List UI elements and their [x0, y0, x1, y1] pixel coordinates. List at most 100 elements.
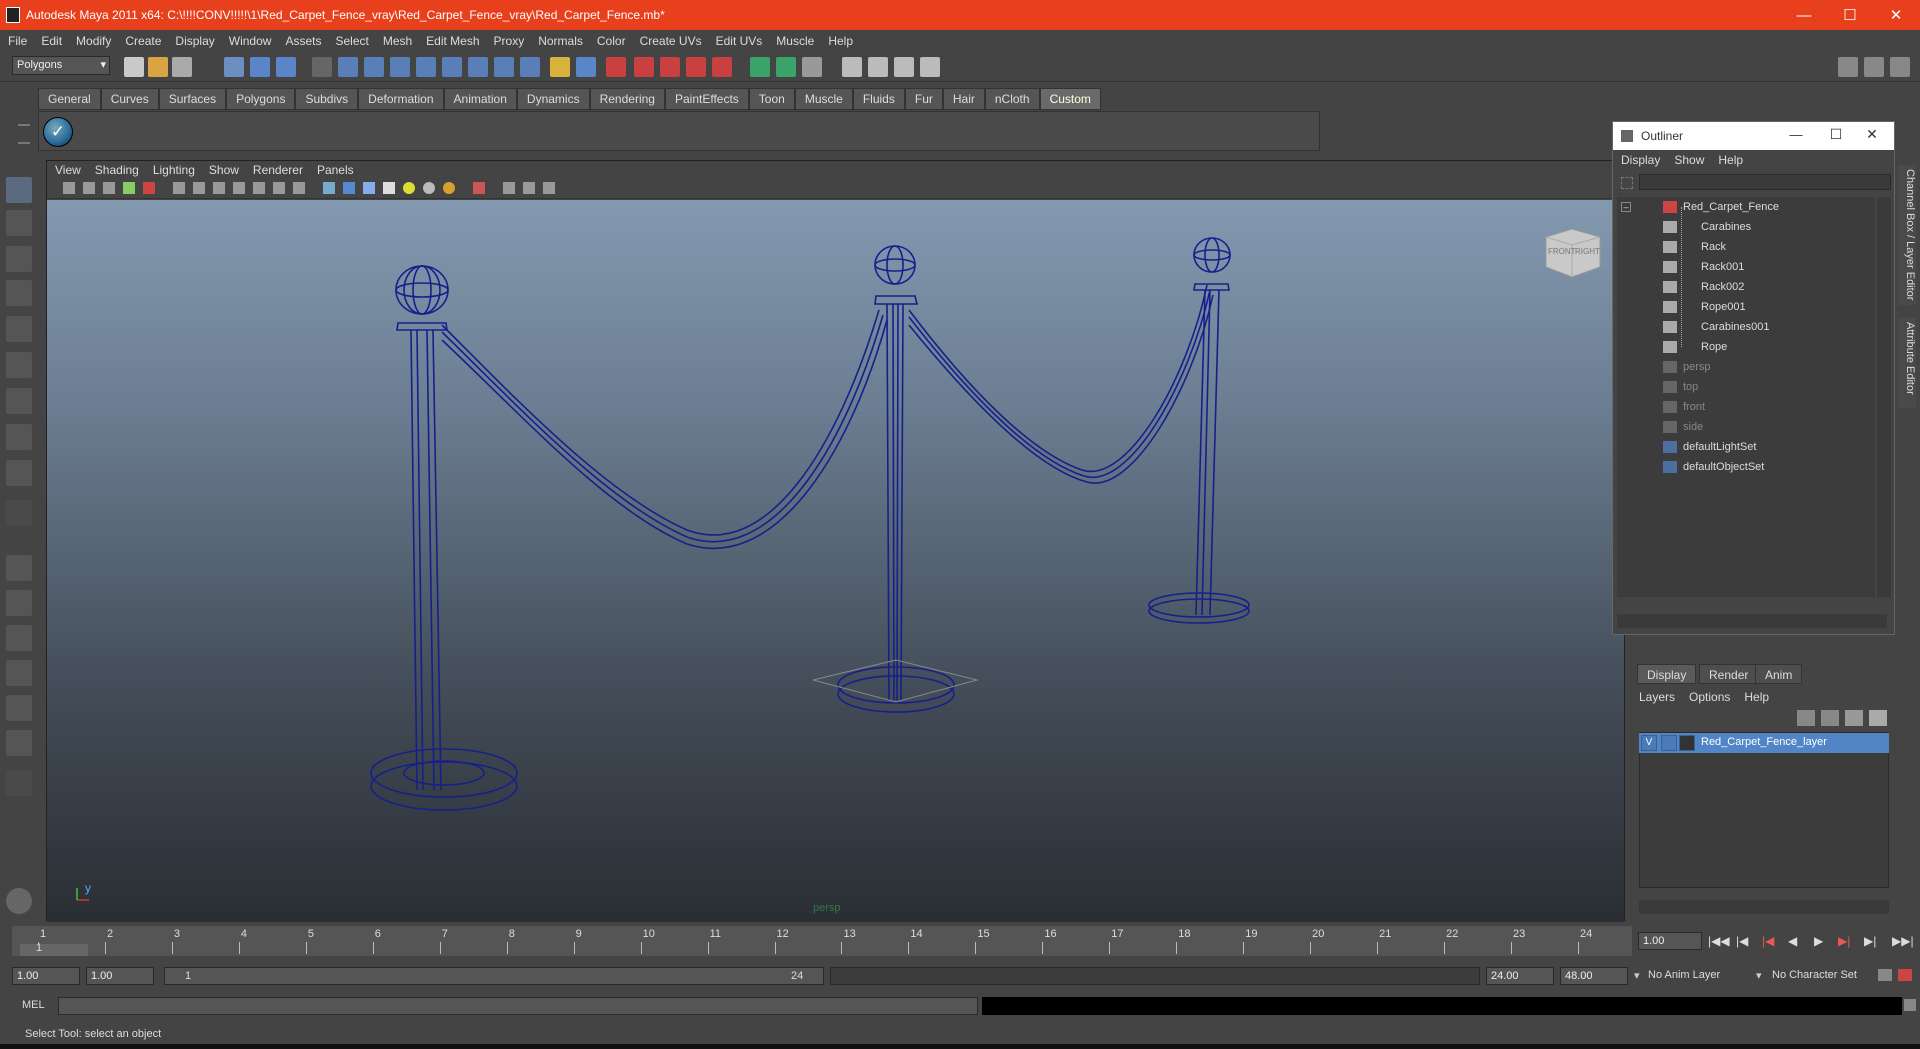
- tab-custom[interactable]: Custom: [1039, 88, 1101, 110]
- outliner-menu-show[interactable]: Show: [1674, 153, 1704, 167]
- step-forward-key-icon[interactable]: ▶|: [1864, 934, 1876, 948]
- animation-preferences-icon[interactable]: [1898, 969, 1912, 981]
- safe-title-icon[interactable]: [293, 182, 305, 194]
- viewport-menu-shading[interactable]: Shading: [95, 163, 139, 177]
- step-forward-frame-icon[interactable]: ▶|: [1838, 934, 1850, 948]
- tab-layer-render[interactable]: Render: [1699, 664, 1759, 684]
- lock-icon[interactable]: [550, 57, 570, 77]
- camera-attributes-icon[interactable]: [83, 182, 95, 194]
- character-set-chevron-icon[interactable]: ▾: [1756, 969, 1762, 982]
- tab-surfaces[interactable]: Surfaces: [158, 88, 227, 110]
- play-backwards-icon[interactable]: ◀: [1788, 934, 1797, 948]
- menu-edit-uvs[interactable]: Edit UVs: [716, 34, 763, 48]
- animation-end-field[interactable]: 48.00: [1560, 967, 1628, 985]
- tab-toon[interactable]: Toon: [748, 88, 795, 110]
- resolution-gate-icon[interactable]: [213, 182, 225, 194]
- show-manipulator-tool-icon[interactable]: [6, 460, 32, 486]
- new-empty-layer-icon[interactable]: [1845, 710, 1863, 726]
- menu-create-uvs[interactable]: Create UVs: [640, 34, 702, 48]
- menu-help[interactable]: Help: [828, 34, 853, 48]
- maximize-icon[interactable]: ☐: [1821, 126, 1851, 143]
- shelf-options-icon[interactable]: [18, 124, 30, 144]
- tab-rendering[interactable]: Rendering: [589, 88, 665, 110]
- xray-components-icon[interactable]: [543, 182, 555, 194]
- snap-to-curves-icon[interactable]: [634, 57, 654, 77]
- outliner-item[interactable]: Rope: [1617, 337, 1875, 357]
- magnet-snap-icon[interactable]: [606, 57, 626, 77]
- gate-mask-icon[interactable]: [233, 182, 245, 194]
- menu-window[interactable]: Window: [229, 34, 272, 48]
- checkmark-shelf-icon[interactable]: ✓: [43, 117, 73, 147]
- scale-tool-icon[interactable]: [6, 352, 32, 378]
- persp-outliner-layout-icon[interactable]: [6, 625, 32, 651]
- outliner-item[interactable]: defaultObjectSet: [1617, 457, 1875, 477]
- wireframe-icon[interactable]: [323, 182, 335, 194]
- menu-color[interactable]: Color: [597, 34, 626, 48]
- menu-modify[interactable]: Modify: [76, 34, 111, 48]
- anim-layer-chevron-icon[interactable]: ▾: [1634, 969, 1640, 982]
- snap-to-view-planes-icon[interactable]: [686, 57, 706, 77]
- minimize-icon[interactable]: —: [1781, 0, 1827, 30]
- outliner-list[interactable]: – Red_Carpet_Fence Carabines Rack Rack001 Ra…: [1617, 197, 1875, 597]
- select-component-icon[interactable]: [276, 57, 296, 77]
- input-output-icon[interactable]: [750, 57, 770, 77]
- layer-display-type-toggle[interactable]: [1661, 735, 1677, 751]
- hypershade-icon[interactable]: [920, 57, 940, 77]
- channel-box-toggle-icon[interactable]: [1864, 57, 1884, 77]
- tab-layer-display[interactable]: Display: [1637, 664, 1697, 684]
- menu-edit[interactable]: Edit: [41, 34, 62, 48]
- tab-animation[interactable]: Animation: [443, 88, 517, 110]
- close-icon[interactable]: ✕: [1873, 0, 1919, 30]
- all-lights-icon[interactable]: [423, 182, 435, 194]
- step-back-key-icon[interactable]: |◀: [1736, 934, 1748, 948]
- outliner-horizontal-scrollbar[interactable]: [1617, 614, 1887, 628]
- menu-mesh[interactable]: Mesh: [383, 34, 412, 48]
- outliner-item[interactable]: Carabines001: [1617, 317, 1875, 337]
- render-history-icon[interactable]: [494, 57, 514, 77]
- snap-surface-icon[interactable]: [416, 57, 436, 77]
- layout-expand-icon[interactable]: [6, 770, 32, 796]
- snap-plane-icon[interactable]: [390, 57, 410, 77]
- select-tool-icon[interactable]: [6, 177, 32, 203]
- tab-layer-anim[interactable]: Anim: [1755, 664, 1803, 684]
- single-perspective-layout-icon[interactable]: [6, 555, 32, 581]
- character-set-dropdown[interactable]: No Character Set: [1772, 969, 1857, 981]
- last-tool-icon[interactable]: [6, 500, 32, 526]
- current-frame-indicator[interactable]: 1: [20, 942, 88, 956]
- viewport-menu-view[interactable]: View: [55, 163, 81, 177]
- go-to-start-icon[interactable]: |◀◀: [1708, 934, 1730, 948]
- menu-set-dropdown[interactable]: Polygons ▾: [12, 56, 110, 75]
- menu-muscle[interactable]: Muscle: [776, 34, 814, 48]
- step-back-frame-icon[interactable]: |◀: [1762, 934, 1774, 948]
- new-scene-icon[interactable]: [124, 57, 144, 77]
- layer-horizontal-scrollbar[interactable]: [1639, 900, 1889, 914]
- selection-mask-icon[interactable]: [576, 57, 596, 77]
- tab-curves[interactable]: Curves: [100, 88, 159, 110]
- animation-start-field[interactable]: 1.00: [12, 967, 80, 985]
- menu-file[interactable]: File: [8, 34, 27, 48]
- layer-row[interactable]: V Red_Carpet_Fence_layer: [1639, 733, 1889, 753]
- menu-select[interactable]: Select: [335, 34, 368, 48]
- snap-curve-icon[interactable]: [338, 57, 358, 77]
- tab-fur[interactable]: Fur: [904, 88, 943, 110]
- shadows-icon[interactable]: [443, 182, 455, 194]
- custom-layout-icon[interactable]: [6, 730, 32, 756]
- open-scene-icon[interactable]: [148, 57, 168, 77]
- view-cube[interactable]: FRONT RIGHT: [1542, 225, 1602, 280]
- menu-display[interactable]: Display: [175, 34, 214, 48]
- film-gate-icon[interactable]: [193, 182, 205, 194]
- tab-deformation[interactable]: Deformation: [358, 88, 444, 110]
- select-hierarchy-icon[interactable]: [224, 57, 244, 77]
- smooth-shade-icon[interactable]: [343, 182, 355, 194]
- minimize-icon[interactable]: —: [1781, 127, 1811, 142]
- bookmark-icon[interactable]: [103, 182, 115, 194]
- outliner-item[interactable]: Rack001: [1617, 257, 1875, 277]
- persp-hypershade-layout-icon[interactable]: [6, 695, 32, 721]
- snap-view-icon[interactable]: [442, 57, 462, 77]
- outliner-item[interactable]: defaultLightSet: [1617, 437, 1875, 457]
- viewport-menu-renderer[interactable]: Renderer: [253, 163, 303, 177]
- snap-point-icon[interactable]: [364, 57, 384, 77]
- close-icon[interactable]: ✕: [1857, 126, 1887, 143]
- scene-view[interactable]: y persp FRONT RIGHT: [47, 200, 1624, 922]
- paint-select-tool-icon[interactable]: [6, 246, 32, 272]
